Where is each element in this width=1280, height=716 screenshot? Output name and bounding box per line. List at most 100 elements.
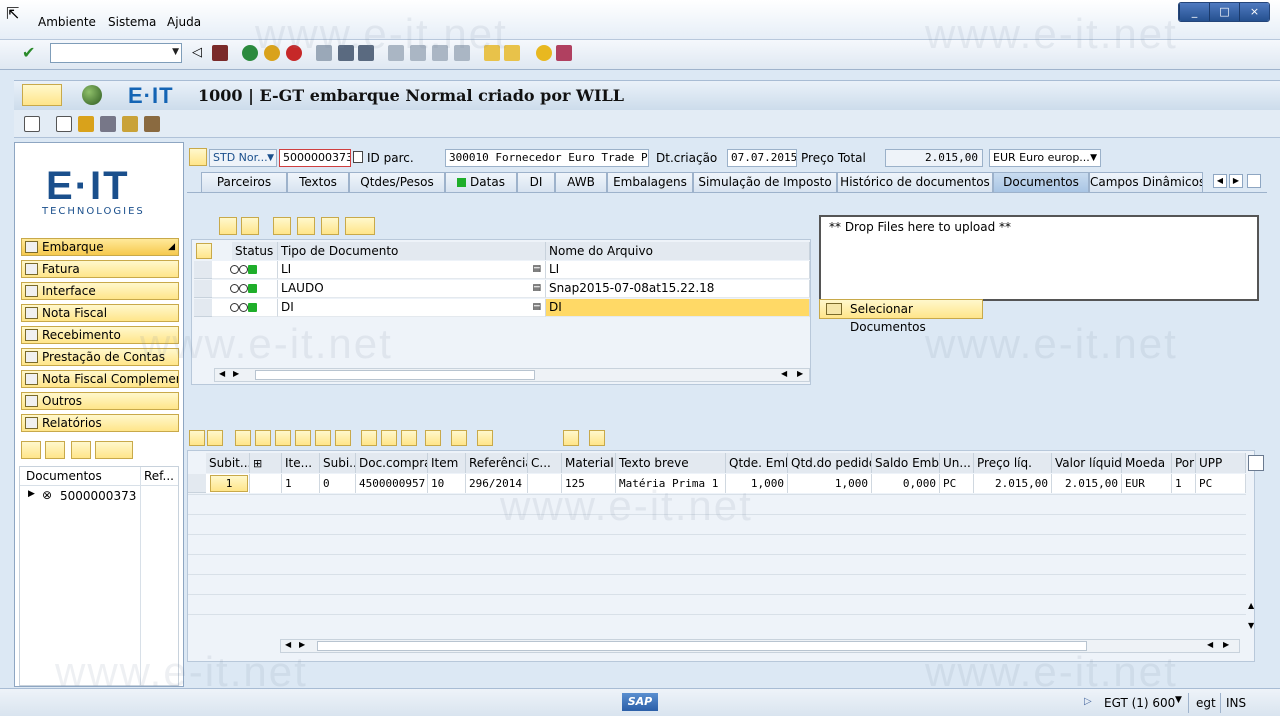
insert-mode[interactable]: INS [1226,696,1246,710]
shipment-number-field[interactable]: 5000000373 [279,149,351,167]
col-qtd-pedido[interactable]: Qtd.do pedido [788,453,872,473]
find-next-icon[interactable] [358,45,374,61]
nav-embarque[interactable]: Embarque ◢ [21,238,179,256]
scroll-left-end-icon[interactable]: ◀ [1207,640,1213,649]
col-saldo-embq[interactable]: Saldo Embq [872,453,940,473]
items-insert-button[interactable] [255,430,271,446]
nav-outros[interactable]: Outros [21,392,179,410]
tipo-cell[interactable]: LI ▤ [278,261,546,279]
nav-relatorios[interactable]: Relatórios [21,414,179,432]
doc-print-button[interactable] [273,217,291,235]
col-texto-breve[interactable]: Texto breve [616,453,726,473]
print-icon[interactable] [316,45,332,61]
items-filter2-button[interactable] [381,430,397,446]
tab-qtdes-pesos[interactable]: Qtdes/Pesos [349,172,445,192]
col-preco-liq[interactable]: Preço líq. [974,453,1052,473]
subitem-cell[interactable]: 1 [206,474,250,493]
scroll-right-icon[interactable]: ▶ [233,369,239,378]
doc-find-button[interactable] [321,217,339,235]
items-grid-button[interactable] [315,430,331,446]
prev-page-icon[interactable] [410,45,426,61]
chevron-down-icon[interactable]: ▼ [172,47,179,57]
value-help-icon[interactable]: ▤ [532,299,541,316]
tab-simulacao-de-imposto[interactable]: Simulação de Imposto [693,172,837,192]
copy-icon[interactable] [353,151,363,163]
minimize-button[interactable]: _ [1179,3,1209,21]
scroll-thumb[interactable] [255,370,535,380]
items-filter-button[interactable] [361,430,377,446]
tab-scroll-right-icon[interactable]: ▶ [1229,174,1243,188]
items-collapse-button[interactable] [207,430,223,446]
tab-parceiros[interactable]: Parceiros [201,172,287,192]
items-tools-button[interactable] [425,430,441,446]
edit-icon[interactable] [122,116,138,132]
back-arrow-icon[interactable]: ◁ [192,45,208,61]
col-nome-arquivo[interactable]: Nome do Arquivo [546,242,810,260]
tab-textos[interactable]: Textos [287,172,349,192]
doc-delete-button[interactable] [241,217,259,235]
value-help-icon[interactable]: ▤ [532,261,541,278]
col-status[interactable]: Status [232,242,278,260]
expand-all-button[interactable] [21,441,41,459]
currency-select[interactable]: EUR Euro europ... ▼ [989,149,1101,167]
new-session-icon[interactable] [484,45,500,61]
nav-prestacao-de-contas[interactable]: Prestação de Contas [21,348,179,366]
next-page-icon[interactable] [432,45,448,61]
menu-toggle-button[interactable] [22,84,62,106]
nome-cell[interactable]: LI [546,261,810,279]
tipo-cell[interactable]: LAUDO ▤ [278,280,546,298]
select-documents-button[interactable]: Selecionar Documentos [819,299,983,334]
items-detail-button[interactable] [235,430,251,446]
scroll-right-end-icon[interactable]: ▶ [797,369,803,378]
exit-icon[interactable] [264,45,280,61]
items-refresh-button[interactable] [563,430,579,446]
items-append-button[interactable] [275,430,291,446]
tab-datas[interactable]: Datas [445,172,517,192]
col-upp[interactable]: UPP [1196,453,1246,473]
items-h-scrollbar[interactable]: ◀ ▶ ◀ ▶ [280,639,1240,653]
value-help-icon[interactable]: ▤ [532,280,541,297]
hierarchy-icon[interactable] [78,116,94,132]
items-filter3-button[interactable] [401,430,417,446]
items-expand-button[interactable] [189,430,205,446]
col-c[interactable]: C... [528,453,562,473]
tree-layout-button[interactable] [95,441,133,459]
tab-list-icon[interactable] [1247,174,1261,188]
nav-nota-fiscal[interactable]: Nota Fiscal [21,304,179,322]
scroll-down-icon[interactable]: ▼ [1248,621,1254,630]
find-icon[interactable] [338,45,354,61]
col-item[interactable]: Ite... [282,453,320,473]
tab-embalagens[interactable]: Embalagens [607,172,693,192]
items-print-button[interactable] [335,430,351,446]
help-icon[interactable] [536,45,552,61]
documents-h-scrollbar[interactable]: ◀ ▶ ◀ ▶ [214,368,810,382]
collapse-all-button[interactable] [45,441,65,459]
col-valor-liquido[interactable]: Valor líquido [1052,453,1122,473]
file-drop-area[interactable]: ** Drop Files here to upload ** [819,215,1259,301]
new-document-icon[interactable] [56,116,72,132]
last-page-icon[interactable] [454,45,470,61]
first-page-icon[interactable] [388,45,404,61]
back-green-icon[interactable] [242,45,258,61]
doc-filter-button[interactable] [297,217,315,235]
col-subitem[interactable]: Subit... [206,453,250,473]
tab-scroll-left-icon[interactable]: ◀ [1213,174,1227,188]
layout-menu-icon[interactable] [556,45,572,61]
nav-recebimento[interactable]: Recebimento [21,326,179,344]
find-tree-button[interactable] [71,441,91,459]
tab-di[interactable]: DI [517,172,555,192]
shortcut-icon[interactable] [504,45,520,61]
col-hierarchy[interactable]: ⊞ [250,453,282,473]
doc-sort-button[interactable] [345,217,375,235]
items-delete-button[interactable] [295,430,311,446]
items-select-button[interactable] [589,430,605,446]
col-referencia[interactable]: Referência [466,453,528,473]
menu-ambiente[interactable]: Ambiente [38,15,96,29]
scroll-right-end-icon[interactable]: ▶ [1223,640,1229,649]
col-unidade[interactable]: Un... [940,453,974,473]
menu-ajuda[interactable]: Ajuda [167,15,201,29]
folder-icon[interactable] [189,148,207,166]
col-item2[interactable]: Item [428,453,466,473]
cancel-icon[interactable] [286,45,302,61]
scroll-left-end-icon[interactable]: ◀ [781,369,787,378]
